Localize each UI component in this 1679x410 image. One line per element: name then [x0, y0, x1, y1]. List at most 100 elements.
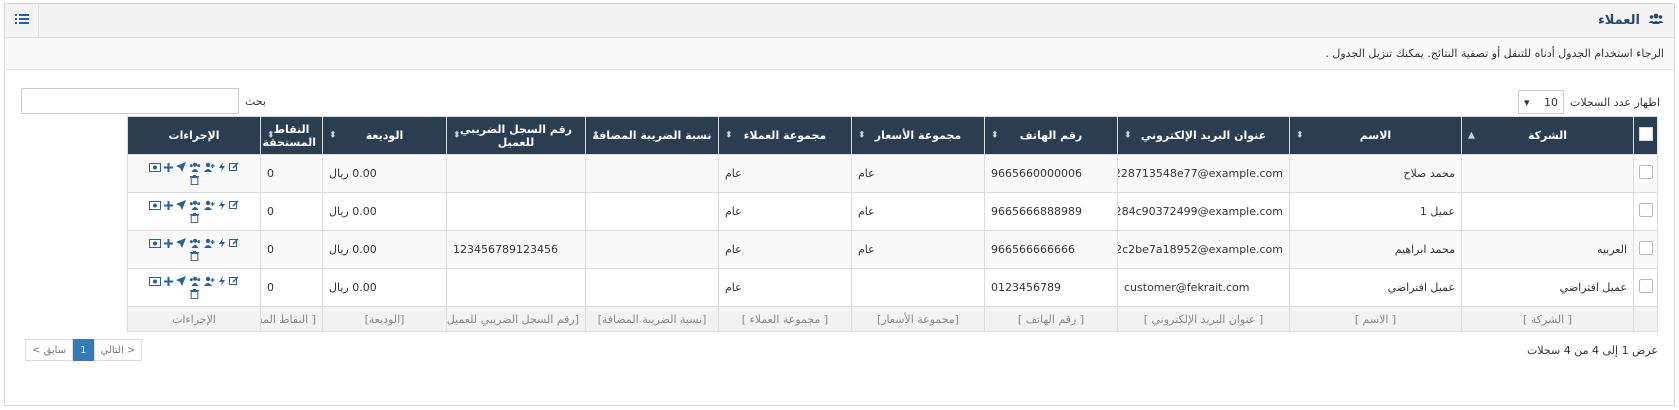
users-icon[interactable]: [189, 200, 201, 210]
add-user-icon[interactable]: [204, 162, 215, 172]
cell-email: fek6228713548e77@example.com: [1117, 154, 1290, 193]
col-header-vat[interactable]: نسبة الضريبة المضافة ⬍: [585, 116, 719, 155]
money-icon[interactable]: [149, 162, 161, 172]
filter-vat[interactable]: [نسبة الضريبة المضافة]: [585, 306, 719, 332]
plus-icon[interactable]: [164, 276, 173, 286]
cell-vat: [585, 230, 719, 269]
send-icon[interactable]: [176, 162, 186, 172]
filter-price-group[interactable]: [مجموعة الأسعار]: [851, 306, 985, 332]
cell-vat-no: [446, 268, 586, 307]
filter-vat-no[interactable]: [رقم السجل الضريبي للعميل]: [446, 306, 586, 332]
prev-page-button[interactable]: < سابق: [25, 339, 74, 361]
bolt-icon[interactable]: [218, 200, 226, 210]
send-icon[interactable]: [176, 200, 186, 210]
trash-icon[interactable]: [189, 213, 199, 223]
sort-icon: ⬍: [725, 130, 733, 140]
cell-name: محمد ابراهيم: [1289, 230, 1462, 269]
plus-icon[interactable]: [164, 162, 173, 172]
col-header-points[interactable]: النقاط المستحقة ⬍: [260, 116, 323, 155]
users-icon[interactable]: [189, 238, 201, 248]
panel-toggle-button[interactable]: [5, 4, 39, 37]
cell-points: 0: [260, 268, 323, 307]
table-row: عميل 1 fek6284c90372499@example.com 9665…: [127, 192, 1658, 231]
edit-icon[interactable]: [229, 276, 239, 286]
trash-icon[interactable]: [189, 175, 199, 185]
plus-icon[interactable]: [164, 238, 173, 248]
row-checkbox-cell[interactable]: [1633, 154, 1658, 193]
col-header-company[interactable]: الشركة ▲: [1461, 116, 1634, 155]
filter-points[interactable]: [ النقاط المستحقة ]: [260, 306, 323, 332]
cell-actions: [127, 192, 261, 231]
row-checkbox-cell[interactable]: [1633, 230, 1658, 269]
send-icon[interactable]: [176, 238, 186, 248]
users-icon[interactable]: [189, 276, 201, 286]
sort-icon: ⬍: [592, 130, 600, 140]
select-all-checkbox[interactable]: [1638, 127, 1653, 141]
col-header-vat-no[interactable]: رقم السجل الضريبي للعميل ⬍: [446, 116, 586, 155]
customers-table: الشركة ▲ الاسم ⬍ عنوان البريد الإلكتروني ⬍ …: [127, 116, 1658, 332]
col-header-email[interactable]: عنوان البريد الإلكتروني ⬍: [1117, 116, 1290, 155]
users-icon: [1648, 13, 1664, 28]
col-header-phone[interactable]: رقم الهاتف ⬍: [984, 116, 1118, 155]
search-input[interactable]: [21, 88, 239, 114]
cell-vat: [585, 268, 719, 307]
cell-vat: [585, 154, 719, 193]
filter-deposit[interactable]: [الوديعة]: [322, 306, 447, 332]
cell-price-group: [851, 268, 985, 307]
row-checkbox-cell[interactable]: [1633, 192, 1658, 231]
trash-icon[interactable]: [189, 251, 199, 261]
filter-name[interactable]: [ الاسم ]: [1289, 306, 1462, 332]
bolt-icon[interactable]: [218, 238, 226, 248]
cell-company: عميل افتراضي: [1461, 268, 1634, 307]
filter-phone[interactable]: [ رقم الهاتف ]: [984, 306, 1118, 332]
select-all-header[interactable]: [1633, 116, 1658, 155]
next-page-button[interactable]: التالي >: [93, 339, 143, 361]
cell-customer-group: عام: [718, 192, 852, 231]
chevron-down-icon: ▾: [1523, 95, 1530, 109]
users-icon[interactable]: [189, 162, 201, 172]
money-icon[interactable]: [149, 200, 161, 210]
send-icon[interactable]: [176, 276, 186, 286]
col-header-price-group[interactable]: مجموعة الأسعار ⬍: [851, 116, 985, 155]
cell-deposit: 0.00 ريال: [322, 192, 447, 231]
row-checkbox[interactable]: [1638, 203, 1653, 217]
row-checkbox-cell[interactable]: [1633, 268, 1658, 307]
row-actions: [134, 238, 254, 261]
filter-customer-group[interactable]: [ مجموعة العملاء ]: [718, 306, 852, 332]
page-length-select[interactable]: 10 ▾: [1517, 90, 1564, 114]
row-actions-top: [149, 162, 239, 172]
sort-icon: ⬍: [858, 130, 866, 140]
table-head: الشركة ▲ الاسم ⬍ عنوان البريد الإلكتروني ⬍ …: [127, 116, 1658, 155]
cell-points: 0: [260, 230, 323, 269]
row-checkbox[interactable]: [1638, 165, 1653, 179]
cell-points: 0: [260, 192, 323, 231]
row-checkbox[interactable]: [1638, 279, 1653, 293]
row-checkbox[interactable]: [1638, 241, 1653, 255]
bolt-icon[interactable]: [218, 162, 226, 172]
filter-email[interactable]: [ عنوان البريد الإلكتروني ]: [1117, 306, 1290, 332]
add-user-icon[interactable]: [204, 238, 215, 248]
col-header-name[interactable]: الاسم ⬍: [1289, 116, 1462, 155]
add-user-icon[interactable]: [204, 276, 215, 286]
filter-company[interactable]: [ الشركة ]: [1461, 306, 1634, 332]
bolt-icon[interactable]: [218, 276, 226, 286]
table-row: العربيه محمد ابراهيم fek62c2be7a18952@ex…: [127, 230, 1658, 269]
plus-icon[interactable]: [164, 200, 173, 210]
edit-icon[interactable]: [229, 162, 239, 172]
filter-actions: الإجراءات: [127, 306, 261, 332]
cell-phone: 966566666666: [984, 230, 1118, 269]
page-1-button[interactable]: 1: [73, 339, 94, 361]
cell-company: العربيه: [1461, 230, 1634, 269]
trash-icon[interactable]: [189, 289, 199, 299]
money-icon[interactable]: [149, 276, 161, 286]
cell-name: عميل افتراضي: [1289, 268, 1462, 307]
col-header-customer-group[interactable]: مجموعة العملاء ⬍: [718, 116, 852, 155]
add-user-icon[interactable]: [204, 200, 215, 210]
money-icon[interactable]: [149, 238, 161, 248]
edit-icon[interactable]: [229, 200, 239, 210]
cell-price-group: عام: [851, 154, 985, 193]
col-header-deposit[interactable]: الوديعة ⬍: [322, 116, 447, 155]
edit-icon[interactable]: [229, 238, 239, 248]
cell-actions: [127, 154, 261, 193]
sort-icon: ⬍: [1124, 130, 1132, 140]
